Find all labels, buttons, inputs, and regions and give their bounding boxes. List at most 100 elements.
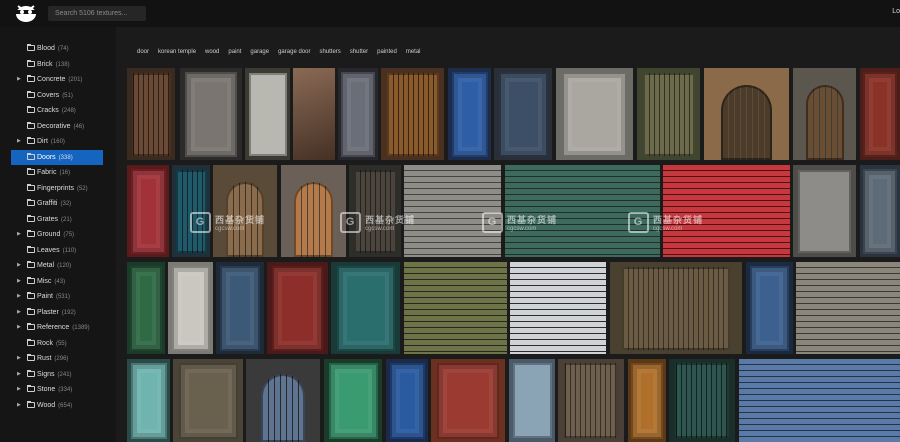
texture-thumbnail[interactable] bbox=[331, 262, 400, 354]
texture-thumbnail[interactable] bbox=[448, 68, 491, 160]
sidebar-item-plaster[interactable]: ▶ Plaster (192) bbox=[0, 305, 116, 320]
sidebar-item-rock[interactable]: Rock (55) bbox=[0, 336, 116, 351]
sidebar-item-dirt[interactable]: ▶ Dirt (160) bbox=[0, 134, 116, 149]
texture-thumbnail[interactable] bbox=[704, 68, 789, 160]
texture-thumbnail[interactable] bbox=[628, 359, 666, 442]
sidebar-item-count: (531) bbox=[55, 294, 70, 300]
texture-thumbnail[interactable] bbox=[216, 262, 264, 354]
expand-arrow-icon[interactable]: ▶ bbox=[17, 320, 21, 335]
texture-thumbnail[interactable] bbox=[173, 359, 243, 442]
texture-thumbnail[interactable] bbox=[509, 359, 555, 442]
folder-icon bbox=[27, 369, 35, 377]
texture-thumbnail[interactable] bbox=[556, 68, 633, 160]
tag-shutters[interactable]: shutters bbox=[319, 49, 340, 55]
texture-thumbnail[interactable] bbox=[793, 68, 856, 160]
expand-arrow-icon[interactable]: ▶ bbox=[17, 305, 21, 320]
login-link[interactable]: Lo bbox=[892, 8, 900, 15]
texture-thumbnail[interactable] bbox=[180, 68, 242, 160]
tag-garage[interactable]: garage bbox=[250, 49, 269, 55]
sidebar-item-brick[interactable]: Brick (138) bbox=[0, 57, 116, 72]
expand-arrow-icon[interactable]: ▶ bbox=[17, 227, 21, 242]
texture-thumbnail[interactable] bbox=[404, 262, 507, 354]
texture-thumbnail[interactable] bbox=[381, 68, 444, 160]
texture-thumbnail[interactable] bbox=[793, 165, 856, 257]
sidebar-item-stone[interactable]: ▶ Stone (334) bbox=[0, 382, 116, 397]
tag-paint[interactable]: paint bbox=[228, 49, 241, 55]
sidebar-item-fingerprints[interactable]: Fingerprints (52) bbox=[0, 181, 116, 196]
expand-arrow-icon[interactable]: ▶ bbox=[17, 258, 21, 273]
sidebar-item-ground[interactable]: ▶ Ground (75) bbox=[0, 227, 116, 242]
sidebar-item-misc[interactable]: ▶ Misc (43) bbox=[0, 274, 116, 289]
texture-thumbnail[interactable] bbox=[386, 359, 428, 442]
texture-thumbnail[interactable] bbox=[739, 359, 900, 442]
sidebar-item-fabric[interactable]: Fabric (16) bbox=[0, 165, 116, 180]
expand-arrow-icon[interactable]: ▶ bbox=[17, 351, 21, 366]
texture-thumbnail[interactable] bbox=[293, 68, 335, 160]
texture-thumbnail[interactable] bbox=[324, 359, 382, 442]
door-image bbox=[387, 73, 439, 156]
texture-thumbnail[interactable] bbox=[213, 165, 277, 257]
door-image bbox=[437, 363, 499, 439]
sidebar-item-wood[interactable]: ▶ Wood (654) bbox=[0, 398, 116, 413]
texture-thumbnail[interactable] bbox=[558, 359, 624, 442]
texture-thumbnail[interactable] bbox=[796, 262, 900, 354]
texture-thumbnail[interactable] bbox=[172, 165, 210, 257]
expand-arrow-icon[interactable]: ▶ bbox=[17, 274, 21, 289]
texture-thumbnail[interactable] bbox=[168, 262, 213, 354]
texture-thumbnail[interactable] bbox=[860, 68, 900, 160]
tag-shutter[interactable]: shutter bbox=[350, 49, 368, 55]
texture-thumbnail[interactable] bbox=[349, 165, 401, 257]
texture-thumbnail[interactable] bbox=[127, 165, 169, 257]
search-input[interactable]: Search 5106 textures... bbox=[48, 6, 146, 21]
sidebar-item-blood[interactable]: Blood (74) bbox=[0, 41, 116, 56]
texture-thumbnail[interactable] bbox=[127, 68, 175, 160]
texture-thumbnail[interactable] bbox=[505, 165, 660, 257]
sidebar-item-reference[interactable]: ▶ Reference (1389) bbox=[0, 320, 116, 335]
door-image bbox=[675, 363, 729, 438]
texture-thumbnail[interactable] bbox=[246, 359, 320, 442]
tag-painted[interactable]: painted bbox=[377, 49, 397, 55]
sidebar-item-rust[interactable]: ▶ Rust (296) bbox=[0, 351, 116, 366]
texture-thumbnail[interactable] bbox=[494, 68, 552, 160]
expand-arrow-icon[interactable]: ▶ bbox=[17, 382, 21, 397]
expand-arrow-icon[interactable]: ▶ bbox=[17, 367, 21, 382]
texture-thumbnail[interactable] bbox=[860, 165, 900, 257]
texture-thumbnail[interactable] bbox=[281, 165, 346, 257]
tag-garage-door[interactable]: garage door bbox=[278, 49, 310, 55]
tag-korean-temple[interactable]: korean temple bbox=[158, 49, 196, 55]
texture-thumbnail[interactable] bbox=[669, 359, 735, 442]
sidebar-item-cracks[interactable]: Cracks (248) bbox=[0, 103, 116, 118]
expand-arrow-icon[interactable]: ▶ bbox=[17, 398, 21, 413]
logo-icon[interactable] bbox=[14, 3, 38, 23]
sidebar-item-paint[interactable]: ▶ Paint (531) bbox=[0, 289, 116, 304]
tag-metal[interactable]: metal bbox=[406, 49, 421, 55]
sidebar-item-signs[interactable]: ▶ Signs (241) bbox=[0, 367, 116, 382]
sidebar-item-covers[interactable]: Covers (51) bbox=[0, 88, 116, 103]
sidebar-item-graffiti[interactable]: Graffiti (32) bbox=[0, 196, 116, 211]
sidebar-item-count: (75) bbox=[63, 232, 75, 238]
texture-thumbnail[interactable] bbox=[746, 262, 793, 354]
texture-thumbnail[interactable] bbox=[637, 68, 700, 160]
folder-icon bbox=[27, 121, 35, 129]
texture-thumbnail[interactable] bbox=[404, 165, 501, 257]
texture-thumbnail[interactable] bbox=[431, 359, 505, 442]
sidebar-item-metal[interactable]: ▶ Metal (120) bbox=[0, 258, 116, 273]
texture-thumbnail[interactable] bbox=[127, 262, 165, 354]
sidebar-item-grates[interactable]: Grates (21) bbox=[0, 212, 116, 227]
sidebar-item-concrete[interactable]: ▶ Concrete (201) bbox=[0, 72, 116, 87]
sidebar-item-decorative[interactable]: Decorative (46) bbox=[0, 119, 116, 134]
tag-door[interactable]: door bbox=[137, 49, 149, 55]
expand-arrow-icon[interactable]: ▶ bbox=[17, 289, 21, 304]
texture-thumbnail[interactable] bbox=[245, 68, 290, 160]
texture-thumbnail[interactable] bbox=[127, 359, 170, 442]
texture-thumbnail[interactable] bbox=[610, 262, 742, 354]
tag-wood[interactable]: wood bbox=[205, 49, 219, 55]
sidebar-item-leaves[interactable]: Leaves (110) bbox=[0, 243, 116, 258]
expand-arrow-icon[interactable]: ▶ bbox=[17, 134, 21, 149]
texture-thumbnail[interactable] bbox=[663, 165, 790, 257]
expand-arrow-icon[interactable]: ▶ bbox=[17, 72, 21, 87]
texture-thumbnail[interactable] bbox=[510, 262, 606, 354]
texture-thumbnail[interactable] bbox=[338, 68, 378, 160]
sidebar-item-doors[interactable]: Doors (338) bbox=[0, 149, 116, 165]
texture-thumbnail[interactable] bbox=[267, 262, 328, 354]
